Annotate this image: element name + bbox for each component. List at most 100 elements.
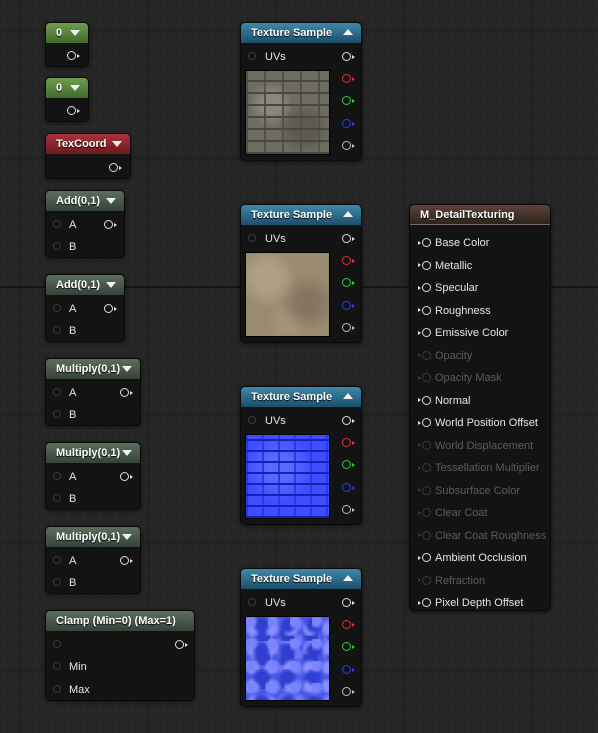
multiply-node-header[interactable]: Multiply(0,1) [46, 359, 140, 379]
alpha-output-pin[interactable] [342, 505, 355, 514]
texcoord-node-header[interactable]: TexCoord [46, 134, 130, 154]
red-output-pin[interactable] [342, 256, 355, 265]
material-input-pin[interactable] [418, 530, 431, 540]
add-node-header[interactable]: Add(0,1) [46, 191, 124, 211]
material-input-pin[interactable] [418, 238, 431, 247]
multiply-node[interactable]: Multiply(0,1) A B [45, 358, 141, 426]
output-pin[interactable] [67, 106, 80, 115]
material-input-pin[interactable] [418, 508, 431, 517]
output-pin[interactable] [120, 472, 133, 481]
material-node-header[interactable]: M_DetailTexturing [410, 205, 550, 225]
material-input-pin[interactable] [418, 328, 431, 337]
red-output-pin[interactable] [342, 74, 355, 83]
uvs-input-pin[interactable] [248, 52, 256, 60]
clamp-node[interactable]: Clamp (Min=0) (Max=1) Min Max [45, 610, 195, 701]
material-input-pin[interactable] [418, 350, 431, 360]
uvs-input-pin[interactable] [248, 234, 256, 242]
constant-node[interactable]: 0 [45, 22, 89, 67]
alpha-output-pin[interactable] [342, 687, 355, 696]
input-pin-a[interactable] [53, 472, 61, 480]
material-input-pin[interactable] [418, 553, 431, 562]
input-pin-a[interactable] [53, 556, 61, 564]
collapse-arrow-icon[interactable] [106, 282, 116, 288]
alpha-output-pin[interactable] [342, 141, 355, 150]
material-input-pin[interactable] [418, 305, 431, 315]
texture-sample-node[interactable]: Texture Sample UVs [240, 204, 362, 343]
blue-output-pin[interactable] [342, 119, 355, 128]
blue-output-pin[interactable] [342, 301, 355, 310]
material-input-pin[interactable] [418, 418, 431, 427]
output-pin[interactable] [104, 220, 117, 229]
add-node[interactable]: Add(0,1) A B [45, 190, 125, 258]
material-input-pin[interactable] [418, 463, 431, 472]
input-pin-a[interactable] [53, 220, 61, 228]
output-pin[interactable] [104, 304, 117, 313]
add-node-header[interactable]: Add(0,1) [46, 275, 124, 295]
texture-sample-header[interactable]: Texture Sample [241, 23, 361, 43]
input-pin-b[interactable] [53, 494, 61, 502]
alpha-output-pin[interactable] [342, 323, 355, 332]
green-output-pin[interactable] [342, 642, 355, 651]
material-input-pin[interactable] [418, 260, 431, 270]
texcoord-node[interactable]: TexCoord [45, 133, 131, 179]
material-input-pin[interactable] [418, 283, 431, 292]
rgb-output-pin[interactable] [342, 234, 355, 243]
rgb-output-pin[interactable] [342, 598, 355, 607]
collapse-arrow-icon[interactable] [343, 393, 353, 399]
input-pin-a[interactable] [53, 304, 61, 312]
collapse-arrow-icon[interactable] [122, 366, 132, 372]
clamp-node-header[interactable]: Clamp (Min=0) (Max=1) [46, 611, 194, 631]
uvs-input-pin[interactable] [248, 598, 256, 606]
texture-sample-header[interactable]: Texture Sample [241, 205, 361, 225]
material-input-pin[interactable] [418, 598, 431, 607]
constant-node-header[interactable]: 0 [46, 23, 88, 43]
output-pin[interactable] [120, 556, 133, 565]
constant-node[interactable]: 0 [45, 77, 89, 122]
input-pin-min[interactable] [53, 662, 61, 670]
rgb-output-pin[interactable] [342, 52, 355, 61]
input-pin-a[interactable] [53, 388, 61, 396]
uvs-input-pin[interactable] [248, 416, 256, 424]
green-output-pin[interactable] [342, 278, 355, 287]
input-pin-b[interactable] [53, 410, 61, 418]
texture-sample-node[interactable]: Texture Sample UVs [240, 22, 362, 161]
collapse-arrow-icon[interactable] [343, 575, 353, 581]
texture-sample-header[interactable]: Texture Sample [241, 387, 361, 407]
collapse-arrow-icon[interactable] [122, 534, 132, 540]
multiply-node[interactable]: Multiply(0,1) A B [45, 442, 141, 510]
multiply-node-header[interactable]: Multiply(0,1) [46, 527, 140, 547]
collapse-arrow-icon[interactable] [70, 85, 80, 91]
texture-sample-header[interactable]: Texture Sample [241, 569, 361, 589]
collapse-arrow-icon[interactable] [70, 30, 80, 36]
material-input-pin[interactable] [418, 440, 431, 450]
collapse-arrow-icon[interactable] [343, 29, 353, 35]
collapse-arrow-icon[interactable] [122, 450, 132, 456]
output-pin[interactable] [67, 51, 80, 60]
texture-sample-node[interactable]: Texture Sample UVs [240, 386, 362, 525]
output-pin[interactable] [109, 163, 122, 172]
input-pin-value[interactable] [53, 640, 61, 648]
output-pin[interactable] [175, 640, 188, 649]
multiply-node[interactable]: Multiply(0,1) A B [45, 526, 141, 594]
red-output-pin[interactable] [342, 438, 355, 447]
constant-node-header[interactable]: 0 [46, 78, 88, 98]
material-input-pin[interactable] [418, 485, 431, 495]
multiply-node-header[interactable]: Multiply(0,1) [46, 443, 140, 463]
add-node[interactable]: Add(0,1) A B [45, 274, 125, 342]
texture-sample-node[interactable]: Texture Sample UVs [240, 568, 362, 707]
collapse-arrow-icon[interactable] [343, 211, 353, 217]
collapse-arrow-icon[interactable] [112, 141, 122, 147]
output-pin[interactable] [120, 388, 133, 397]
material-result-node[interactable]: M_DetailTexturing Base Color Metallic Spec… [409, 204, 551, 611]
red-output-pin[interactable] [342, 620, 355, 629]
rgb-output-pin[interactable] [342, 416, 355, 425]
material-input-pin[interactable] [418, 575, 431, 585]
blue-output-pin[interactable] [342, 483, 355, 492]
material-input-pin[interactable] [418, 395, 431, 405]
collapse-arrow-icon[interactable] [106, 198, 116, 204]
input-pin-b[interactable] [53, 578, 61, 586]
material-input-pin[interactable] [418, 373, 431, 382]
input-pin-max[interactable] [53, 685, 61, 693]
green-output-pin[interactable] [342, 96, 355, 105]
green-output-pin[interactable] [342, 460, 355, 469]
